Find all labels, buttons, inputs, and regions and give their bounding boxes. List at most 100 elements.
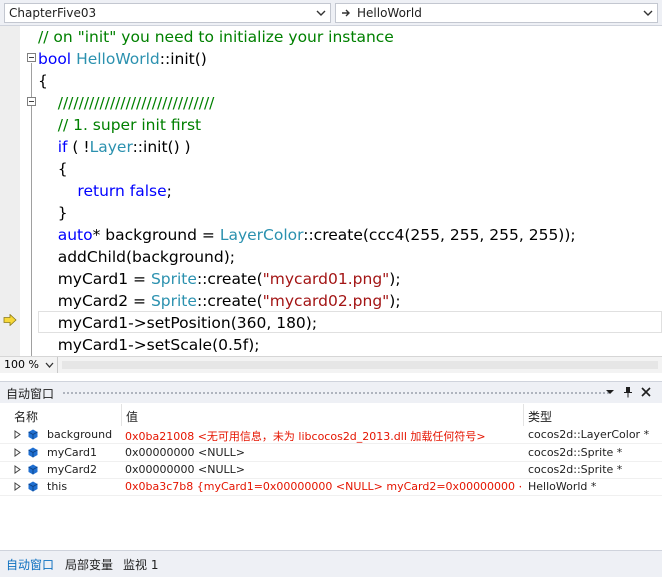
code-token-plain: addChild(background); bbox=[38, 248, 235, 266]
code-token-type: Sprite bbox=[150, 292, 197, 310]
tab-autos[interactable]: 自动窗口 bbox=[6, 556, 54, 573]
row-value[interactable]: 0x0ba21008 <无可用信息，未为 libcocos2d_2013.dll… bbox=[125, 428, 521, 444]
indicator-margin[interactable] bbox=[0, 26, 20, 356]
code-token-plain: myCard1 = bbox=[38, 270, 151, 288]
member-combo[interactable]: HelloWorld bbox=[335, 3, 658, 23]
zoom-level-label: 100 % bbox=[4, 358, 39, 371]
code-token-keyword: return bbox=[77, 182, 125, 200]
collapse-comment-toggle[interactable] bbox=[27, 97, 36, 106]
code-line[interactable]: { bbox=[38, 158, 68, 180]
code-line[interactable]: { bbox=[38, 70, 48, 92]
expand-triangle-icon[interactable] bbox=[14, 430, 21, 439]
member-combo-label: HelloWorld bbox=[357, 6, 422, 20]
project-combo[interactable]: ChapterFive03 bbox=[4, 3, 331, 23]
row-name: background bbox=[47, 428, 113, 441]
drag-grip[interactable] bbox=[62, 391, 610, 395]
code-token-plain: { bbox=[38, 72, 48, 90]
row-type: cocos2d::Sprite * bbox=[528, 463, 623, 476]
collapse-function-toggle[interactable] bbox=[27, 53, 36, 62]
code-line[interactable]: return false; bbox=[38, 180, 172, 202]
code-line[interactable]: myCard1->setScale(0.5f); bbox=[38, 334, 260, 356]
code-token-keyword: auto bbox=[57, 226, 93, 244]
code-line[interactable]: myCard1 = Sprite::create("mycard01.png")… bbox=[38, 268, 401, 290]
column-header-value[interactable]: 值 bbox=[126, 408, 138, 425]
row-value[interactable]: 0x00000000 <NULL> bbox=[125, 446, 521, 459]
code-line[interactable]: auto* background = LayerColor::create(cc… bbox=[38, 224, 576, 246]
code-line[interactable]: // 1. super init first bbox=[38, 114, 201, 136]
visual-studio-debug-view: ChapterFive03 HelloWorld // on "init" yo… bbox=[0, 0, 662, 577]
execution-arrow-icon bbox=[3, 314, 17, 326]
code-line[interactable]: if ( !Layer::init() ) bbox=[38, 136, 191, 158]
column-header-name[interactable]: 名称 bbox=[14, 408, 38, 425]
horizontal-scrollbar[interactable] bbox=[62, 361, 658, 369]
tool-window-title: 自动窗口 bbox=[6, 387, 55, 401]
table-row[interactable]: myCard2 0x00000000 <NULL> cocos2d::Sprit… bbox=[0, 461, 662, 478]
row-value[interactable]: 0x0ba3c7b8 {myCard1=0x00000000 <NULL> my… bbox=[125, 480, 521, 493]
outline-guide-line bbox=[31, 63, 32, 356]
field-cube-icon bbox=[28, 481, 38, 492]
code-token-plain: ); bbox=[389, 292, 401, 310]
code-token-plain: myCard1->setPosition(360, 180); bbox=[38, 314, 318, 332]
tab-watch-1[interactable]: 监视 1 bbox=[123, 556, 158, 573]
code-token-plain: ::create(ccc4(255, 255, 255, 255)); bbox=[303, 226, 576, 244]
window-position-dropdown-icon[interactable] bbox=[603, 385, 617, 399]
autos-tool-window: 自动窗口 名称 值 类型 background 0x0ba21008 <无可用信… bbox=[0, 381, 662, 577]
expand-triangle-icon[interactable] bbox=[14, 465, 21, 474]
code-token-string: "mycard01.png" bbox=[262, 270, 390, 288]
row-divider bbox=[0, 495, 662, 496]
field-cube-icon bbox=[28, 429, 38, 440]
code-token-plain: * background = bbox=[92, 226, 220, 244]
code-token-plain: } bbox=[38, 204, 68, 222]
code-line[interactable]: myCard1->setPosition(360, 180); bbox=[38, 312, 317, 334]
zoom-level-combo[interactable]: 100 % bbox=[0, 357, 58, 373]
field-cube-icon bbox=[28, 464, 38, 475]
autos-grid-header: 名称 值 类型 bbox=[0, 404, 662, 426]
debug-window-tabs: 自动窗口 局部变量 监视 1 bbox=[0, 550, 662, 577]
code-token-plain: ( ! bbox=[67, 138, 90, 156]
column-separator[interactable] bbox=[121, 404, 122, 426]
expand-triangle-icon[interactable] bbox=[14, 448, 21, 457]
editor-zoom-bar: 100 % bbox=[0, 356, 662, 373]
column-header-type[interactable]: 类型 bbox=[528, 408, 552, 425]
code-line[interactable]: myCard2 = Sprite::create("mycard02.png")… bbox=[38, 290, 401, 312]
code-token-type: HelloWorld bbox=[76, 50, 160, 68]
code-token-plain: { bbox=[38, 160, 68, 178]
code-line[interactable]: // on "init" you need to initialize your… bbox=[38, 26, 394, 48]
tab-locals[interactable]: 局部变量 bbox=[65, 556, 113, 573]
code-token-plain: ; bbox=[166, 182, 172, 200]
code-token-type: LayerColor bbox=[219, 226, 304, 244]
pin-icon[interactable] bbox=[621, 385, 635, 399]
tool-window-titlebar[interactable]: 自动窗口 bbox=[0, 382, 662, 403]
method-arrow-icon bbox=[342, 9, 350, 17]
row-value[interactable]: 0x00000000 <NULL> bbox=[125, 463, 521, 476]
chevron-down-icon bbox=[45, 362, 54, 368]
close-icon[interactable] bbox=[639, 385, 653, 399]
code-token-plain: myCard2 = bbox=[38, 292, 151, 310]
table-row[interactable]: this 0x0ba3c7b8 {myCard1=0x00000000 <NUL… bbox=[0, 478, 662, 495]
code-line[interactable]: bool HelloWorld::init() bbox=[38, 48, 207, 70]
row-name: this bbox=[47, 480, 68, 493]
code-editor[interactable]: // on "init" you need to initialize your… bbox=[0, 26, 662, 356]
code-token-plain: ::init() bbox=[159, 50, 207, 68]
code-line[interactable]: } bbox=[38, 202, 68, 224]
row-type: cocos2d::LayerColor * bbox=[528, 428, 650, 441]
code-line[interactable]: ////////////////////////////// bbox=[38, 92, 215, 114]
code-token-comment: // on "init" you need to initialize your… bbox=[38, 28, 394, 46]
column-separator[interactable] bbox=[523, 404, 524, 426]
code-token-comment: ////////////////////////////// bbox=[57, 94, 215, 112]
code-token-type: Sprite bbox=[150, 270, 197, 288]
code-token-plain: ::create( bbox=[196, 292, 263, 310]
chevron-down-icon bbox=[643, 10, 653, 16]
code-token-string: "mycard02.png" bbox=[262, 292, 390, 310]
code-line[interactable]: addChild(background); bbox=[38, 246, 235, 268]
table-row[interactable]: myCard1 0x00000000 <NULL> cocos2d::Sprit… bbox=[0, 444, 662, 461]
expand-triangle-icon[interactable] bbox=[14, 482, 21, 491]
code-token-keyword: bool bbox=[38, 50, 72, 68]
table-row[interactable]: background 0x0ba21008 <无可用信息，未为 libcocos… bbox=[0, 426, 662, 443]
row-name: myCard2 bbox=[47, 463, 97, 476]
field-cube-icon bbox=[28, 447, 38, 458]
